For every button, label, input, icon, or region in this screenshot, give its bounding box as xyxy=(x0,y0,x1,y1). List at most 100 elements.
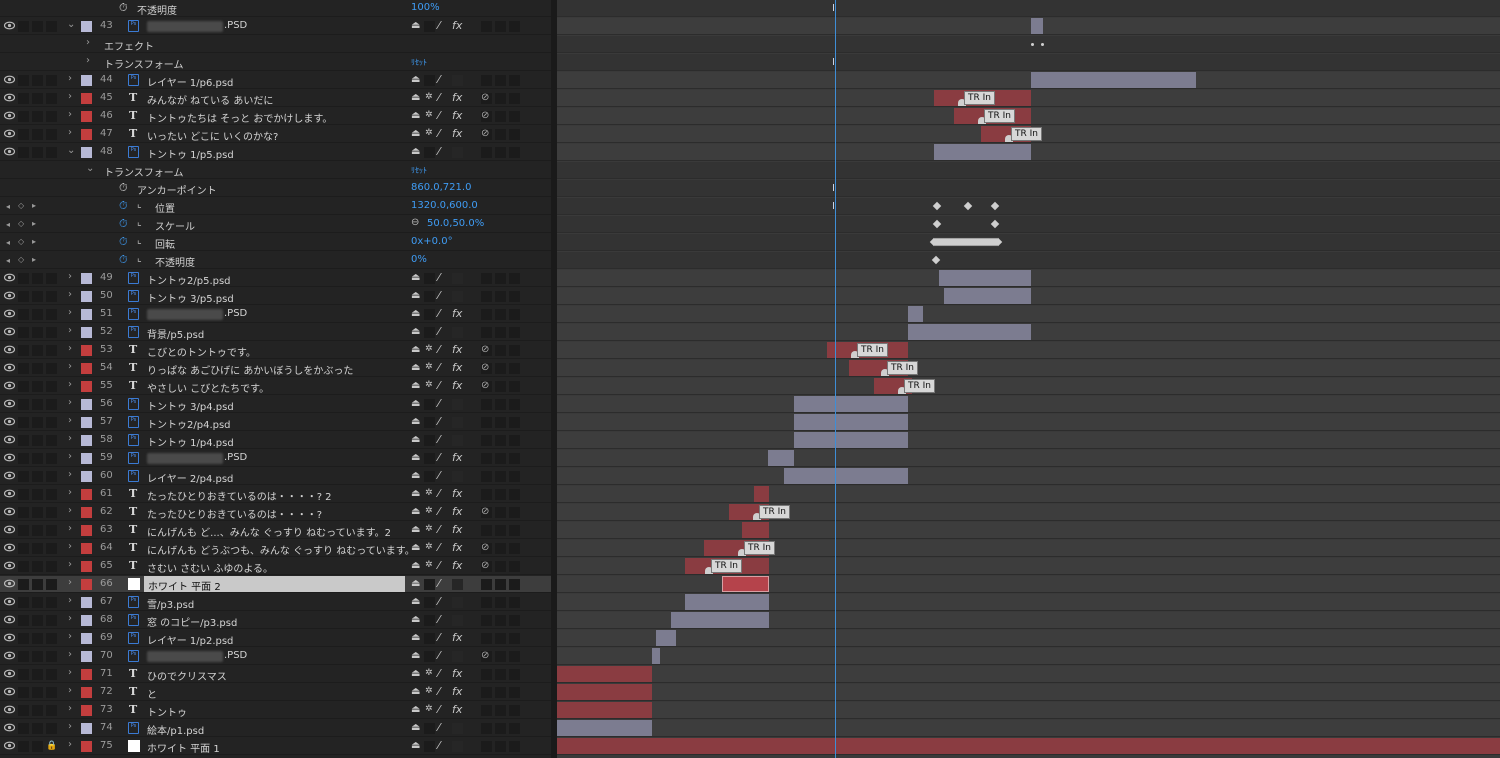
eye-visibility-icon[interactable] xyxy=(4,705,15,714)
3d-switch[interactable] xyxy=(509,129,520,140)
stopwatch-icon[interactable]: ⏱ xyxy=(119,1,128,15)
layer-row[interactable]: › 61 T たったひとりおきているのは・・・・? 2 ⏏ ✲ ⁄ fx xyxy=(0,486,551,503)
adjust-switch[interactable] xyxy=(495,129,506,140)
keyframe-next-icon[interactable]: ▸ xyxy=(32,237,36,246)
audio-toggle[interactable] xyxy=(18,651,29,662)
label-color-swatch[interactable] xyxy=(81,705,92,716)
fx-switch-icon[interactable]: fx xyxy=(452,559,462,572)
collapse-switch[interactable] xyxy=(424,273,435,284)
shy-switch-icon[interactable]: ⏏ xyxy=(411,308,420,319)
solo-toggle[interactable] xyxy=(32,147,43,158)
motion-blur-switch[interactable] xyxy=(481,417,492,428)
stopwatch-icon[interactable]: ⏱ xyxy=(119,199,128,213)
expand-chevron-icon[interactable]: › xyxy=(68,415,72,426)
keyframe-add-icon[interactable]: ◇ xyxy=(18,237,24,246)
layer-name[interactable]: と xyxy=(147,686,157,701)
layer-duration-bar[interactable] xyxy=(908,306,923,322)
fx-switch[interactable] xyxy=(452,75,463,86)
layer-name[interactable]: ひのでクリスマス xyxy=(147,668,227,683)
shy-switch-icon[interactable]: ⏏ xyxy=(411,686,420,697)
label-color-swatch[interactable] xyxy=(81,489,92,500)
lock-toggle[interactable] xyxy=(46,453,57,464)
quality-switch-icon[interactable]: ⁄ xyxy=(438,649,440,662)
collapse-switch[interactable] xyxy=(424,597,435,608)
solo-toggle[interactable] xyxy=(32,93,43,104)
shy-switch-icon[interactable]: ⏏ xyxy=(411,542,420,553)
collapse-switch[interactable] xyxy=(424,291,435,302)
audio-toggle[interactable] xyxy=(18,111,29,122)
shy-switch-icon[interactable]: ⏏ xyxy=(411,110,420,121)
keyframe-add-icon[interactable]: ◇ xyxy=(18,201,24,210)
quality-switch-icon[interactable]: ⁄ xyxy=(438,325,440,338)
layer-duration-bar[interactable] xyxy=(557,684,652,700)
layer-name[interactable]: やさしい こびとたちです。 xyxy=(147,380,269,395)
3d-switch[interactable] xyxy=(509,579,520,590)
eye-visibility-icon[interactable] xyxy=(4,561,15,570)
motion-blur-icon[interactable]: ⊘ xyxy=(481,344,489,355)
expand-chevron-icon[interactable]: › xyxy=(68,73,72,84)
layer-row[interactable]: › 49 Ps トントゥ2/p5.psd ⏏ ⁄ xyxy=(0,270,551,287)
motion-blur-switch[interactable] xyxy=(481,399,492,410)
label-color-swatch[interactable] xyxy=(81,111,92,122)
collapse-switch-icon[interactable]: ✲ xyxy=(425,110,433,120)
adjust-switch[interactable] xyxy=(495,705,506,716)
expand-chevron-icon[interactable]: ⌄ xyxy=(67,19,75,30)
label-color-swatch[interactable] xyxy=(81,723,92,734)
shy-switch-icon[interactable]: ⏏ xyxy=(411,668,420,679)
quality-switch-icon[interactable]: ⁄ xyxy=(438,577,440,590)
eye-visibility-icon[interactable] xyxy=(4,147,15,156)
3d-switch[interactable] xyxy=(509,543,520,554)
layer-name[interactable]: トントゥ 3/p5.psd xyxy=(147,290,234,305)
lock-toggle[interactable] xyxy=(46,561,57,572)
lock-toggle[interactable] xyxy=(46,705,57,716)
layer-row[interactable]: › 52 Ps 背景/p5.psd ⏏ ⁄ xyxy=(0,324,551,341)
fx-switch[interactable] xyxy=(452,723,463,734)
lock-toggle[interactable] xyxy=(46,651,57,662)
lock-toggle[interactable] xyxy=(46,723,57,734)
quality-switch-icon[interactable]: ⁄ xyxy=(438,307,440,320)
motion-blur-icon[interactable]: ⊘ xyxy=(481,362,489,373)
layer-row[interactable]: › 56 Ps トントゥ 3/p4.psd ⏏ ⁄ xyxy=(0,396,551,413)
label-color-swatch[interactable] xyxy=(81,309,92,320)
layer-name[interactable]: トントゥ2/p4.psd xyxy=(147,416,231,431)
lock-toggle[interactable] xyxy=(46,417,57,428)
lock-toggle[interactable] xyxy=(46,381,57,392)
expand-chevron-icon[interactable]: › xyxy=(68,613,72,624)
audio-toggle[interactable] xyxy=(18,93,29,104)
eye-visibility-icon[interactable] xyxy=(4,93,15,102)
fx-switch-icon[interactable]: fx xyxy=(452,91,462,104)
eye-visibility-icon[interactable] xyxy=(4,309,15,318)
motion-blur-icon[interactable]: ⊘ xyxy=(481,92,489,103)
label-color-swatch[interactable] xyxy=(81,273,92,284)
layer-duration-bar[interactable] xyxy=(944,288,1031,304)
shy-switch-icon[interactable]: ⏏ xyxy=(411,74,420,85)
solo-toggle[interactable] xyxy=(32,417,43,428)
audio-toggle[interactable] xyxy=(18,723,29,734)
adjust-switch[interactable] xyxy=(495,723,506,734)
eye-visibility-icon[interactable] xyxy=(4,453,15,462)
solo-toggle[interactable] xyxy=(32,579,43,590)
fx-switch-icon[interactable]: fx xyxy=(452,667,462,680)
solo-toggle[interactable] xyxy=(32,471,43,482)
adjust-switch[interactable] xyxy=(495,381,506,392)
audio-toggle[interactable] xyxy=(18,741,29,752)
solo-toggle[interactable] xyxy=(32,489,43,500)
expand-chevron-icon[interactable]: › xyxy=(86,55,90,66)
label-color-swatch[interactable] xyxy=(81,651,92,662)
audio-toggle[interactable] xyxy=(18,579,29,590)
layer-row[interactable]: › 74 Ps 絵本/p1.psd ⏏ ⁄ xyxy=(0,720,551,737)
keyframe-add-icon[interactable]: ◇ xyxy=(18,219,24,228)
lock-toggle[interactable] xyxy=(46,291,57,302)
3d-switch[interactable] xyxy=(509,633,520,644)
expand-chevron-icon[interactable]: › xyxy=(68,487,72,498)
adjust-switch[interactable] xyxy=(495,489,506,500)
solo-toggle[interactable] xyxy=(32,381,43,392)
collapse-switch[interactable] xyxy=(424,579,435,590)
label-color-swatch[interactable] xyxy=(81,561,92,572)
motion-blur-switch[interactable] xyxy=(481,309,492,320)
audio-toggle[interactable] xyxy=(18,543,29,554)
shy-switch-icon[interactable]: ⏏ xyxy=(411,632,420,643)
collapse-switch-icon[interactable]: ✲ xyxy=(425,380,433,390)
eye-visibility-icon[interactable] xyxy=(4,651,15,660)
lock-toggle[interactable] xyxy=(46,147,57,158)
